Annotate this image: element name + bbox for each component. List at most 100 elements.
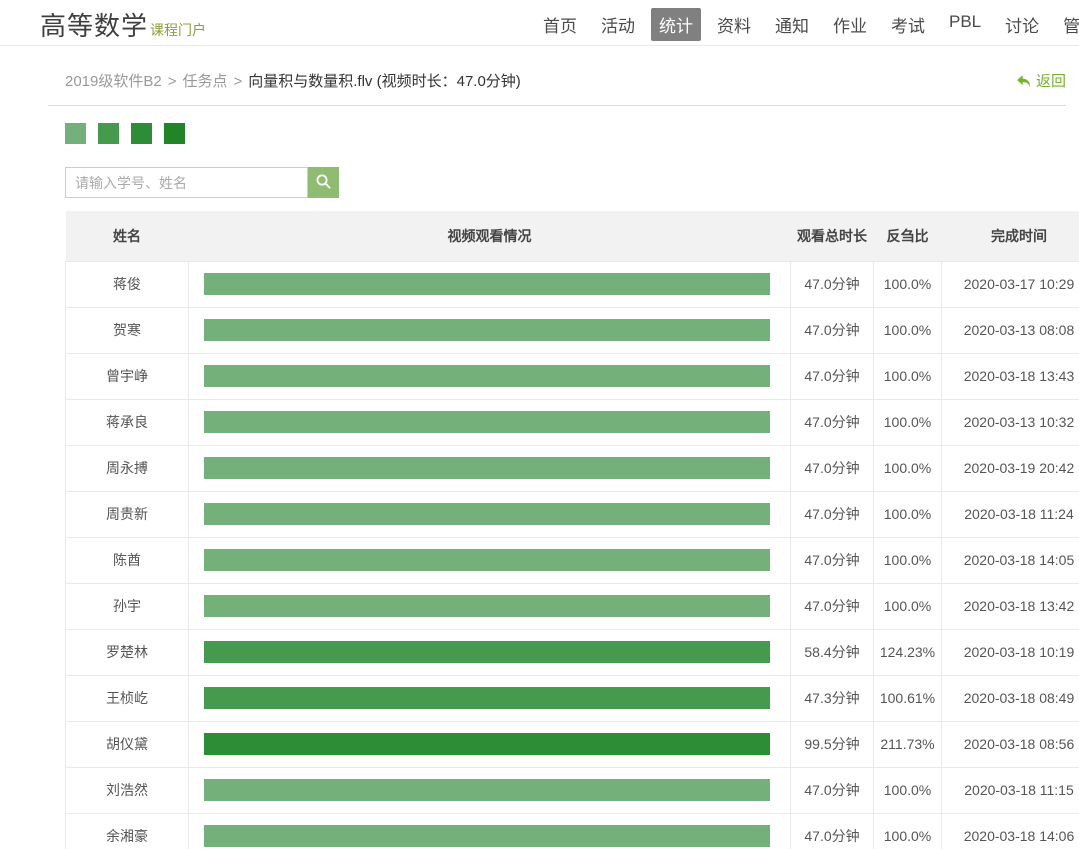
course-logo[interactable]: 高等数学课程门户	[40, 6, 206, 43]
table-row: 刘浩然47.0分钟100.0%2020-03-18 11:15	[66, 767, 1079, 813]
rumination-ratio: 124.23%	[874, 629, 942, 675]
table-row: 孙宇47.0分钟100.0%2020-03-18 13:42	[66, 583, 1079, 629]
column-header-bar: 视频观看情况	[189, 211, 791, 261]
student-name: 蒋承良	[66, 399, 189, 445]
watch-progress-bar[interactable]	[204, 687, 770, 709]
completion-time: 2020-03-18 11:15	[942, 767, 1079, 813]
watch-progress-bar[interactable]	[204, 641, 770, 663]
completion-time: 2020-03-13 08:08	[942, 307, 1079, 353]
breadcrumb: 2019级软件B2 > 任务点 > 向量积与数量积.flv (视频时长：47.0分钟)	[65, 70, 521, 91]
table-header: 姓名视频观看情况观看总时长反刍比完成时间	[66, 211, 1079, 261]
legend-swatch-2	[98, 123, 119, 144]
watch-duration: 47.0分钟	[791, 767, 874, 813]
nav-item-activity[interactable]: 活动	[593, 8, 643, 41]
nav-item-notice[interactable]: 通知	[767, 8, 817, 41]
watch-duration: 47.0分钟	[791, 445, 874, 491]
nav-item-discussion[interactable]: 讨论	[997, 8, 1047, 41]
breadcrumb-separator: >	[234, 73, 243, 90]
student-name: 周永搏	[66, 445, 189, 491]
breadcrumb-separator: >	[168, 73, 177, 90]
course-portal-label: 课程门户	[150, 22, 206, 38]
breadcrumb-link-2[interactable]: 任务点	[182, 73, 227, 90]
content-area: 2019级软件B2>任务点>向量积与数量积.flv (视频时长：47.0分钟) …	[48, 46, 1066, 849]
watch-bar-cell	[189, 537, 791, 583]
table-row: 曾宇峥47.0分钟100.0%2020-03-18 13:43	[66, 353, 1079, 399]
table-row: 罗楚林58.4分钟124.23%2020-03-18 10:19	[66, 629, 1079, 675]
rumination-ratio: 100.0%	[874, 813, 942, 849]
back-label: 返回	[1036, 70, 1066, 91]
watch-progress-bar[interactable]	[204, 779, 770, 801]
table-row: 王桢屹47.3分钟100.61%2020-03-18 08:49	[66, 675, 1079, 721]
completion-time: 2020-03-18 08:56	[942, 721, 1079, 767]
watch-bar-cell	[189, 767, 791, 813]
table-row: 陈酋47.0分钟100.0%2020-03-18 14:05	[66, 537, 1079, 583]
watch-duration: 99.5分钟	[791, 721, 874, 767]
column-header-ratio: 反刍比	[874, 211, 942, 261]
student-name: 胡仪黛	[66, 721, 189, 767]
watch-bar-cell	[189, 721, 791, 767]
watch-duration: 47.0分钟	[791, 537, 874, 583]
completion-time: 2020-03-18 11:24	[942, 491, 1079, 537]
watch-progress-bar[interactable]	[204, 319, 770, 341]
nav-item-exam[interactable]: 考试	[883, 8, 933, 41]
watch-progress-bar[interactable]	[204, 273, 770, 295]
back-link[interactable]: 返回	[1016, 70, 1066, 91]
search-button[interactable]	[308, 167, 339, 198]
legend-swatch-1	[65, 123, 86, 144]
rumination-ratio: 100.0%	[874, 445, 942, 491]
completion-time: 2020-03-13 10:32	[942, 399, 1079, 445]
nav-item-homework[interactable]: 作业	[825, 8, 875, 41]
back-arrow-icon	[1016, 74, 1031, 88]
watch-duration: 47.0分钟	[791, 583, 874, 629]
column-header-name: 姓名	[66, 211, 189, 261]
breadcrumb-current: 向量积与数量积.flv (视频时长：47.0分钟)	[248, 73, 521, 90]
table-row: 蒋承良 47.0分钟100.0%2020-03-13 10:32	[66, 399, 1079, 445]
student-name: 蒋俊	[66, 261, 189, 307]
watch-progress-bar[interactable]	[204, 549, 770, 571]
breadcrumb-link-1[interactable]: 2019级软件B2	[65, 73, 162, 90]
watch-bar-cell	[189, 491, 791, 537]
top-header: 高等数学课程门户 首页活动统计资料通知作业考试PBL讨论管理	[0, 0, 1079, 46]
rumination-ratio: 100.0%	[874, 583, 942, 629]
nav-item-statistics[interactable]: 统计	[651, 8, 701, 41]
completion-time: 2020-03-18 08:49	[942, 675, 1079, 721]
watch-bar-cell	[189, 353, 791, 399]
nav-item-pbl[interactable]: PBL	[941, 8, 989, 41]
watch-progress-bar[interactable]	[204, 825, 770, 847]
watch-bar-cell	[189, 445, 791, 491]
watch-stats-table: 姓名视频观看情况观看总时长反刍比完成时间 蒋俊47.0分钟100.0%2020-…	[65, 211, 1079, 849]
nav-item-home[interactable]: 首页	[535, 8, 585, 41]
completion-time: 2020-03-18 10:19	[942, 629, 1079, 675]
watch-progress-bar[interactable]	[204, 595, 770, 617]
watch-bar-cell	[189, 813, 791, 849]
table-row: 胡仪黛99.5分钟211.73%2020-03-18 08:56	[66, 721, 1079, 767]
watch-duration: 58.4分钟	[791, 629, 874, 675]
search-row	[65, 167, 1066, 198]
rumination-ratio: 100.0%	[874, 353, 942, 399]
watch-duration: 47.0分钟	[791, 261, 874, 307]
table-row: 周贵新47.0分钟100.0%2020-03-18 11:24	[66, 491, 1079, 537]
watch-progress-bar[interactable]	[204, 457, 770, 479]
main-nav: 首页活动统计资料通知作业考试PBL讨论管理	[535, 8, 1079, 41]
watch-duration: 47.0分钟	[791, 353, 874, 399]
nav-item-materials[interactable]: 资料	[709, 8, 759, 41]
completion-time: 2020-03-19 20:42	[942, 445, 1079, 491]
student-name: 王桢屹	[66, 675, 189, 721]
watch-duration: 47.0分钟	[791, 399, 874, 445]
course-title: 高等数学	[40, 11, 148, 41]
watch-progress-bar[interactable]	[204, 503, 770, 525]
watch-progress-bar[interactable]	[204, 411, 770, 433]
completion-time: 2020-03-18 14:05	[942, 537, 1079, 583]
search-input[interactable]	[65, 167, 308, 198]
nav-item-manage[interactable]: 管理	[1055, 8, 1079, 41]
column-header-time: 完成时间	[942, 211, 1079, 261]
watch-progress-bar[interactable]	[204, 365, 770, 387]
completion-time: 2020-03-18 14:06	[942, 813, 1079, 849]
column-header-duration: 观看总时长	[791, 211, 874, 261]
rumination-ratio: 100.0%	[874, 491, 942, 537]
watch-progress-bar[interactable]	[204, 733, 770, 755]
rumination-ratio: 100.0%	[874, 399, 942, 445]
legend-swatch-3	[131, 123, 152, 144]
rumination-ratio: 100.0%	[874, 261, 942, 307]
rumination-ratio: 100.0%	[874, 767, 942, 813]
